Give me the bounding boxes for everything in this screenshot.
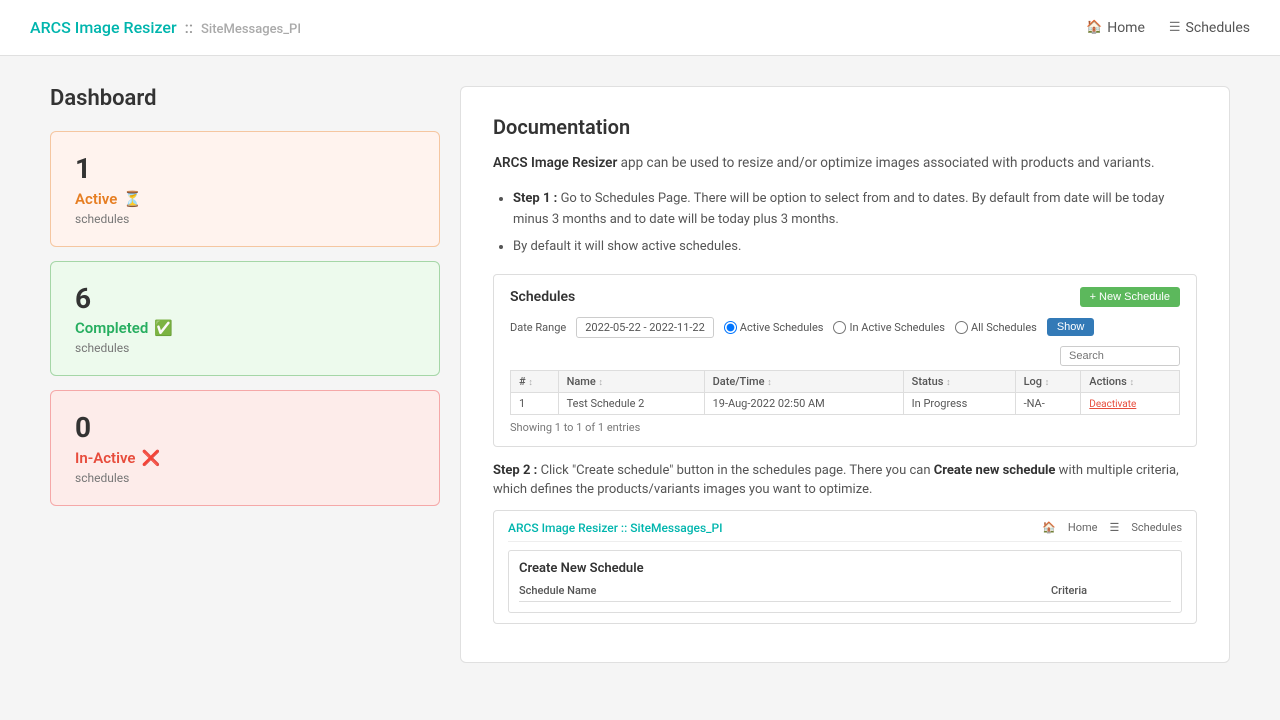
- doc-intro-app: ARCS Image Resizer: [493, 155, 617, 171]
- app-header: ARCS Image Resizer :: SiteMessages_PI 🏠 …: [0, 0, 1280, 56]
- table-row: 1 Test Schedule 2 19-Aug-2022 02:50 AM I…: [511, 392, 1180, 414]
- doc-step-1: Step 1 : Go to Schedules Page. There wil…: [513, 189, 1197, 231]
- cell-name: Test Schedule 2: [558, 392, 704, 414]
- card-active-sublabel: schedules: [75, 212, 415, 226]
- check-circle-icon: ✅: [154, 319, 173, 337]
- card-completed-number: 6: [75, 282, 415, 316]
- cell-status: In Progress: [903, 392, 1015, 414]
- doc-intro-text: app can be used to resize and/or optimiz…: [621, 155, 1155, 171]
- nav-home[interactable]: 🏠 Home: [1086, 20, 1145, 36]
- card-active-label: Active ⏳: [75, 190, 415, 208]
- mini-nav-links: 🏠 Home ☰ Schedules: [1042, 521, 1182, 534]
- th-datetime: Date/Time ↕: [704, 370, 903, 392]
- create-schedule-widget: ARCS Image Resizer :: SiteMessages_PI 🏠 …: [493, 510, 1197, 624]
- card-completed[interactable]: 6 Completed ✅ schedules: [50, 261, 440, 377]
- radio-group: Active Schedules In Active Schedules All…: [724, 321, 1037, 334]
- create-schedule-box: Create New Schedule Schedule Name Criter…: [508, 550, 1182, 613]
- card-active-number: 1: [75, 152, 415, 186]
- step1-text: Go to Schedules Page. There will be opti…: [513, 191, 1164, 227]
- date-range-label: Date Range: [510, 321, 566, 334]
- show-button[interactable]: Show: [1047, 318, 1095, 336]
- page-title: Dashboard: [50, 86, 440, 111]
- create-schedule-columns: Schedule Name Criteria: [519, 584, 1171, 602]
- doc-intro: ARCS Image Resizer app can be used to re…: [493, 153, 1197, 173]
- cs-col-criteria: Criteria: [1051, 584, 1171, 597]
- widget-title: Schedules: [510, 289, 575, 305]
- brand-name: ARCS Image Resizer: [30, 18, 177, 37]
- cell-datetime: 19-Aug-2022 02:50 AM: [704, 392, 903, 414]
- showing-entries: Showing 1 to 1 of 1 entries: [510, 421, 1180, 434]
- home-icon: 🏠: [1086, 20, 1102, 35]
- brand-username: SiteMessages_PI: [201, 22, 301, 37]
- cell-num: 1: [511, 392, 559, 414]
- mini-brand: ARCS Image Resizer :: SiteMessages_PI: [508, 521, 723, 535]
- step2-text: Step 2 : Click "Create schedule" button …: [493, 461, 1197, 500]
- step2-bold: Create new schedule: [934, 463, 1056, 478]
- doc-steps-list: Step 1 : Go to Schedules Page. There wil…: [493, 189, 1197, 257]
- mini-home-label: Home: [1068, 521, 1098, 534]
- cell-log: -NA-: [1015, 392, 1081, 414]
- schedules-widget: Schedules + New Schedule Date Range 2022…: [493, 274, 1197, 447]
- left-panel: Dashboard 1 Active ⏳ schedules 6 Complet…: [50, 86, 440, 663]
- create-schedule-title: Create New Schedule: [519, 561, 1171, 576]
- step2-label: Step 2 :: [493, 463, 537, 478]
- deactivate-link[interactable]: Deactivate: [1089, 399, 1136, 410]
- schedules-icon: ☰: [1169, 20, 1181, 35]
- th-status: Status ↕: [903, 370, 1015, 392]
- card-inactive-sublabel: schedules: [75, 471, 415, 485]
- radio-inactive-label: In Active Schedules: [849, 321, 944, 334]
- step1-label: Step 1 :: [513, 191, 557, 206]
- card-inactive-label: In-Active ❌: [75, 449, 415, 467]
- radio-active-input[interactable]: [724, 321, 737, 334]
- completed-label-text: Completed: [75, 319, 148, 337]
- table-header-row: # ↕ Name ↕ Date/Time ↕ Status ↕ Log ↕ Ac…: [511, 370, 1180, 392]
- main-container: Dashboard 1 Active ⏳ schedules 6 Complet…: [20, 56, 1260, 693]
- card-active[interactable]: 1 Active ⏳ schedules: [50, 131, 440, 247]
- cell-action[interactable]: Deactivate: [1081, 392, 1180, 414]
- radio-all[interactable]: All Schedules: [955, 321, 1037, 334]
- filter-row: Date Range 2022-05-22 - 2022-11-22 Activ…: [510, 317, 1180, 338]
- card-completed-sublabel: schedules: [75, 341, 415, 355]
- widget-header: Schedules + New Schedule: [510, 287, 1180, 307]
- x-circle-icon: ❌: [141, 449, 160, 467]
- card-completed-label: Completed ✅: [75, 319, 415, 337]
- date-range-input[interactable]: 2022-05-22 - 2022-11-22: [576, 317, 714, 338]
- radio-inactive[interactable]: In Active Schedules: [833, 321, 944, 334]
- radio-all-input[interactable]: [955, 321, 968, 334]
- radio-active[interactable]: Active Schedules: [724, 321, 824, 334]
- mini-schedules-label: Schedules: [1131, 521, 1182, 534]
- nav-home-label: Home: [1107, 20, 1145, 36]
- nav-schedules[interactable]: ☰ Schedules: [1169, 20, 1250, 36]
- th-name: Name ↕: [558, 370, 704, 392]
- doc-title: Documentation: [493, 115, 1197, 139]
- mini-nav: ARCS Image Resizer :: SiteMessages_PI 🏠 …: [508, 521, 1182, 542]
- th-log: Log ↕: [1015, 370, 1081, 392]
- search-row: [510, 346, 1180, 366]
- mini-home-icon: 🏠: [1042, 521, 1056, 534]
- radio-all-label: All Schedules: [971, 321, 1037, 334]
- th-actions: Actions ↕: [1081, 370, 1180, 392]
- new-schedule-button[interactable]: + New Schedule: [1080, 287, 1180, 307]
- doc-step-1-extra: By default it will show active schedules…: [513, 237, 1197, 258]
- radio-active-label: Active Schedules: [740, 321, 824, 334]
- radio-inactive-input[interactable]: [833, 321, 846, 334]
- search-input[interactable]: [1060, 346, 1180, 366]
- brand: ARCS Image Resizer :: SiteMessages_PI: [30, 18, 301, 37]
- documentation-panel: Documentation ARCS Image Resizer app can…: [460, 86, 1230, 663]
- card-inactive[interactable]: 0 In-Active ❌ schedules: [50, 390, 440, 506]
- nav-schedules-label: Schedules: [1186, 20, 1250, 36]
- step2-text-before: Click "Create schedule" button in the sc…: [541, 463, 934, 478]
- hourglass-icon: ⏳: [123, 190, 142, 208]
- cs-col-name: Schedule Name: [519, 584, 1051, 597]
- active-label-text: Active: [75, 190, 117, 208]
- inactive-label-text: In-Active: [75, 449, 135, 467]
- schedules-table: # ↕ Name ↕ Date/Time ↕ Status ↕ Log ↕ Ac…: [510, 370, 1180, 415]
- card-inactive-number: 0: [75, 411, 415, 445]
- step1-extra: By default it will show active schedules…: [513, 239, 741, 254]
- mini-schedules-icon: ☰: [1109, 521, 1119, 534]
- th-num: # ↕: [511, 370, 559, 392]
- brand-separator: ::: [185, 18, 193, 37]
- main-nav: 🏠 Home ☰ Schedules: [1086, 20, 1250, 36]
